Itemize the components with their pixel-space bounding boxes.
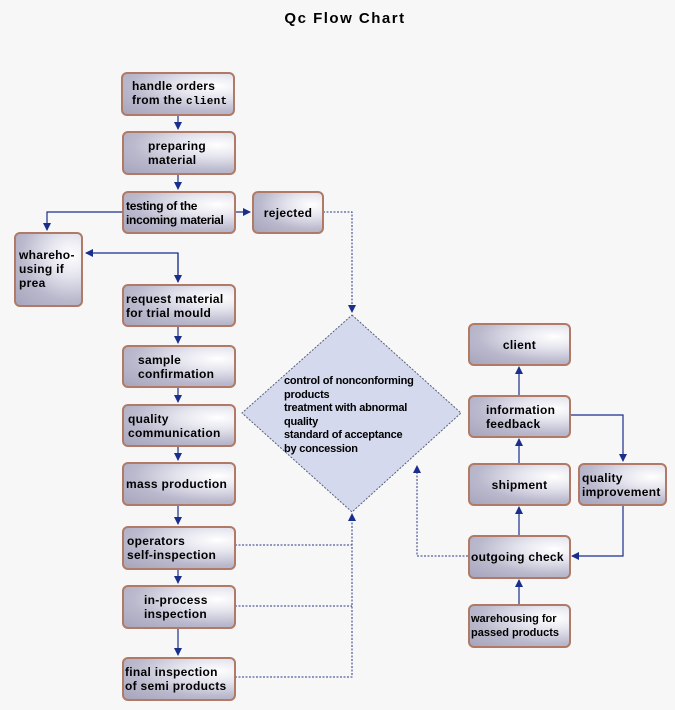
connectors [43, 115, 627, 678]
node-label: request material for trial mould [126, 291, 224, 320]
node-quality-improvement: quality improvement [578, 463, 667, 506]
node-label: mass production [126, 477, 228, 491]
node-label: in-process inspection [144, 593, 208, 621]
node-label: operators self-inspection [127, 534, 217, 562]
node-label: warehousing for passed products [471, 613, 560, 639]
node-label: information feedback [486, 402, 556, 431]
node-request-material: request material for trial mould [122, 284, 236, 327]
node-warehousing-if-prea: whareho- using if prea [14, 232, 83, 307]
node-label: outgoing check [471, 550, 564, 564]
dotted-outgoing-to-diamond [413, 465, 468, 557]
node-preparing-material: preparing material [122, 131, 236, 175]
node-label: rejected [263, 205, 313, 220]
node-sample-confirmation: sample confirmation [122, 345, 236, 388]
node-in-process-inspection: in-process inspection [122, 585, 236, 629]
node-label: preparing material [148, 139, 207, 167]
node-information-feedback: information feedback [468, 395, 571, 438]
node-mass-production: mass production [122, 462, 236, 506]
arrow-testing-to-warehousing [43, 211, 122, 231]
node-label: client [502, 337, 537, 352]
arrow-warehousing-to-request [85, 249, 179, 282]
node-label: shipment [491, 477, 548, 492]
node-handle-orders: handle orders from the client [121, 72, 235, 116]
node-shipment: shipment [468, 463, 571, 506]
node-testing-incoming-material: testing of the incoming material [122, 191, 236, 234]
node-label: final inspection of semi products [125, 665, 227, 693]
node-label: whareho- using if prea [19, 248, 75, 290]
arrow-improvement-to-outgoing [571, 505, 624, 560]
node-warehousing-passed-products: warehousing for passed products [468, 604, 571, 648]
node-label: quality improvement [582, 470, 661, 499]
node-label: sample confirmation [138, 352, 215, 381]
arrow-feedback-to-improvement [570, 414, 627, 462]
node-label-line2: from the [132, 93, 187, 107]
decision-label: control of nonconforming products treatm… [284, 375, 414, 455]
node-final-inspection: final inspection of semi products [122, 657, 236, 701]
node-label: handle orders from the client [132, 79, 227, 109]
node-quality-communication: quality communication [122, 404, 236, 447]
node-outgoing-check: outgoing check [468, 535, 571, 579]
dotted-rejected-to-diamond [323, 211, 356, 313]
node-operators-self-inspection: operators self-inspection [122, 526, 236, 570]
node-label: quality communication [128, 411, 221, 440]
node-rejected: rejected [252, 191, 324, 234]
dotted-final-to-diamond [235, 513, 356, 678]
node-label: testing of the incoming material [126, 198, 224, 227]
node-label-line1: handle orders [132, 79, 216, 93]
node-client: client [468, 323, 571, 366]
node-label-client: client [186, 96, 228, 108]
